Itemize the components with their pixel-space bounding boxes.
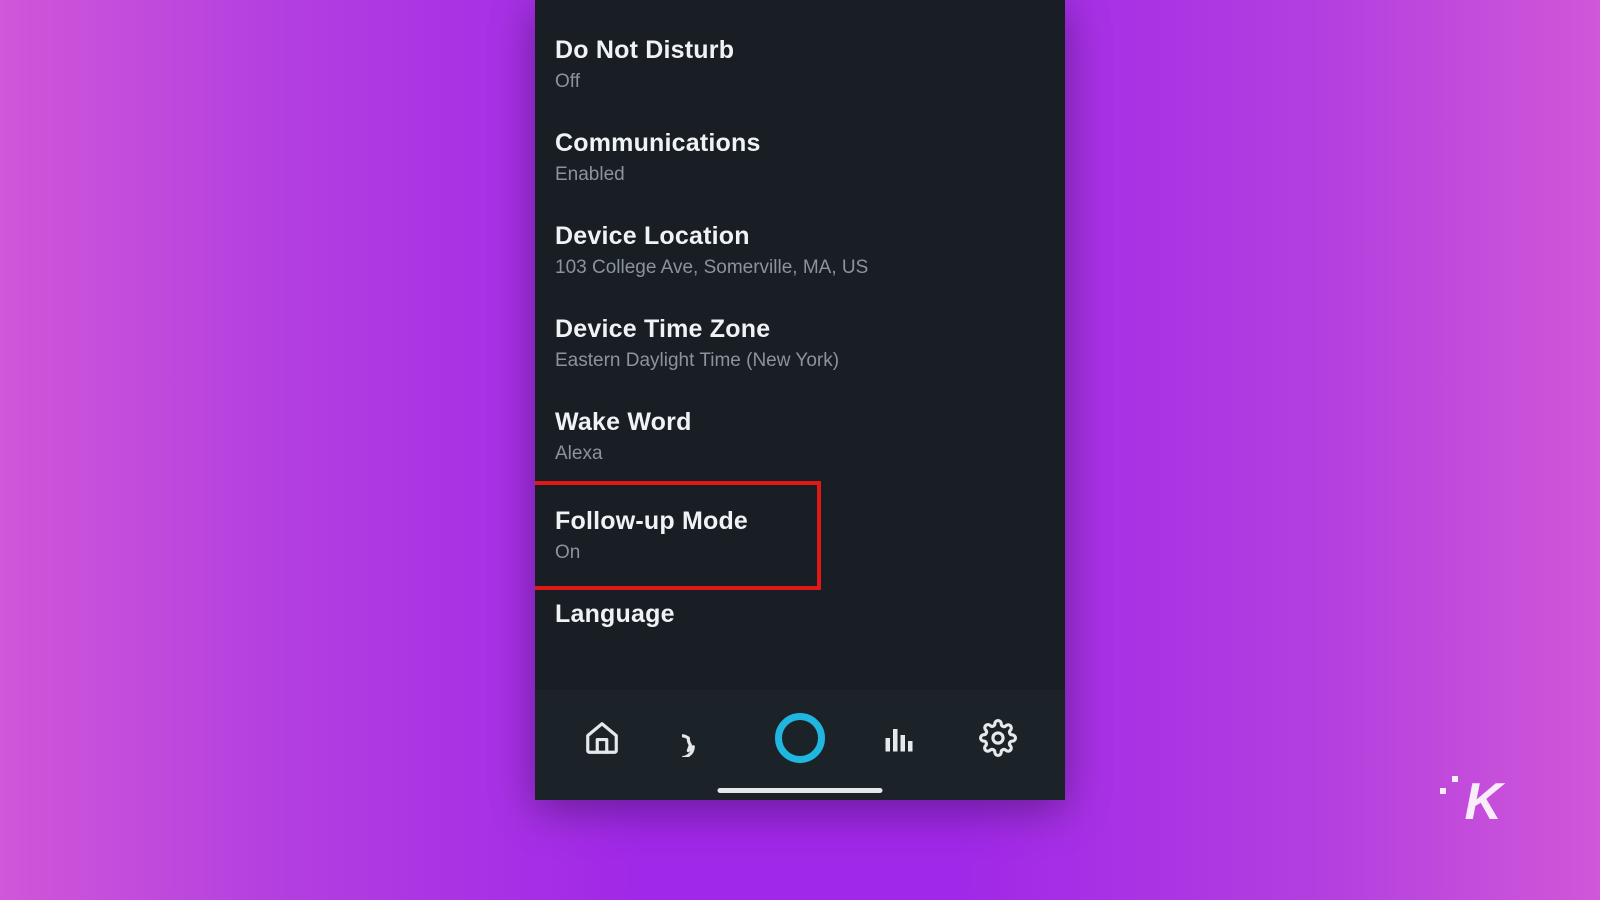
setting-value: Eastern Daylight Time (New York) (555, 350, 1045, 372)
setting-do-not-disturb[interactable]: Do Not Disturb Off (535, 18, 1065, 111)
setting-follow-up-mode[interactable]: Follow-up Mode On (535, 489, 1065, 582)
alexa-ring-icon (775, 713, 825, 763)
setting-value: Enabled (555, 164, 1045, 186)
setting-language[interactable]: Language (535, 582, 1065, 629)
setting-value: On (555, 542, 1045, 564)
nav-settings-button[interactable] (970, 710, 1026, 766)
gear-icon (979, 719, 1017, 757)
setting-title: Device Time Zone (555, 315, 1045, 344)
chat-icon (682, 719, 720, 757)
setting-title: Language (555, 600, 1045, 629)
setting-title: Communications (555, 129, 1045, 158)
equalizer-icon (881, 720, 917, 756)
watermark-logo: K (1440, 772, 1500, 832)
setting-title: Device Location (555, 222, 1045, 251)
setting-value: 103 College Ave, Somerville, MA, US (555, 257, 1045, 279)
bottom-nav (535, 690, 1065, 800)
watermark-dots-icon (1440, 776, 1458, 794)
watermark-text: K (1464, 772, 1500, 832)
setting-value: Off (555, 71, 1045, 93)
phone-frame: Do Not Disturb Off Communications Enable… (535, 0, 1065, 800)
setting-title: Wake Word (555, 408, 1045, 437)
setting-device-timezone[interactable]: Device Time Zone Eastern Daylight Time (… (535, 297, 1065, 390)
nav-music-button[interactable] (871, 710, 927, 766)
home-icon (583, 719, 621, 757)
nav-home-button[interactable] (574, 710, 630, 766)
setting-wake-word[interactable]: Wake Word Alexa (535, 390, 1065, 483)
setting-title: Follow-up Mode (555, 507, 1045, 536)
setting-value: Alexa (555, 443, 1045, 465)
setting-communications[interactable]: Communications Enabled (535, 111, 1065, 204)
home-indicator[interactable] (718, 788, 883, 793)
nav-alexa-button[interactable] (772, 710, 828, 766)
nav-chat-button[interactable] (673, 710, 729, 766)
setting-title: Do Not Disturb (555, 36, 1045, 65)
setting-device-location[interactable]: Device Location 103 College Ave, Somervi… (535, 204, 1065, 297)
settings-list: Do Not Disturb Off Communications Enable… (535, 0, 1065, 690)
